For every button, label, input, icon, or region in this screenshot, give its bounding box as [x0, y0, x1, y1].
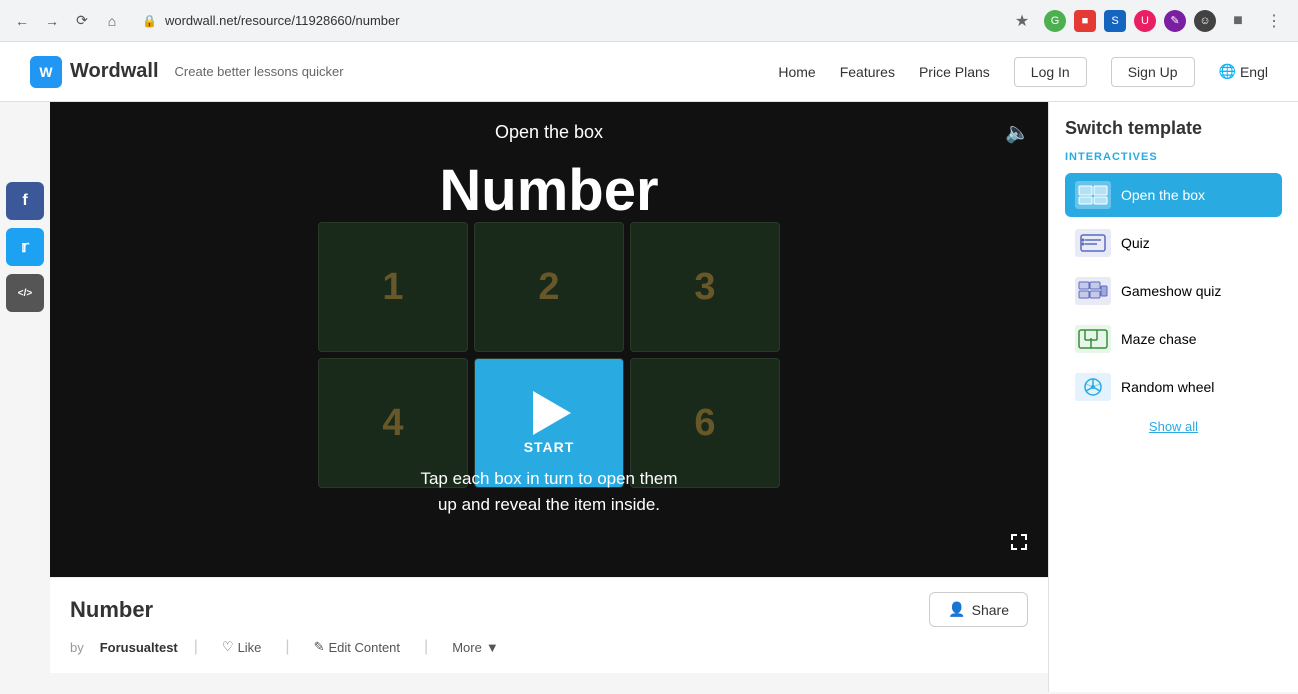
extension-icon-3[interactable]: S	[1104, 10, 1126, 32]
box-1[interactable]: 1	[318, 222, 468, 352]
open-the-box-icon	[1075, 181, 1111, 209]
game-info-top: Number 👤 Share	[70, 592, 1028, 627]
nav-price-plans[interactable]: Price Plans	[919, 64, 990, 80]
heart-icon: ♡	[222, 639, 234, 655]
edit-content-button[interactable]: ✎ Edit Content	[306, 635, 408, 659]
address-bar[interactable]: 🔒 wordwall.net/resource/11928660/number	[130, 6, 830, 36]
more-label: More	[452, 640, 482, 655]
by-label: by	[70, 640, 84, 655]
login-button[interactable]: Log In	[1014, 57, 1087, 87]
lang-text: Engl	[1240, 64, 1268, 80]
game-info-bottom: by Forusualtest | ♡ Like | ✎ Edit Conten…	[70, 635, 1028, 659]
box-2[interactable]: 2	[474, 222, 624, 352]
twitter-share-button[interactable]: 𝕣	[6, 228, 44, 266]
nav-home[interactable]: Home	[778, 64, 815, 80]
sidebar: Switch template INTERACTIVES Open the bo…	[1048, 102, 1298, 692]
template-item-open-the-box[interactable]: Open the box	[1065, 173, 1282, 217]
extension-icon-2[interactable]: ■	[1074, 10, 1096, 32]
menu-icon[interactable]: ⋮	[1260, 7, 1288, 35]
switch-word: Switch	[1065, 118, 1123, 138]
language-selector[interactable]: 🌐 Engl	[1219, 63, 1268, 80]
switch-template-heading: Switch template	[1065, 118, 1282, 139]
random-wheel-icon	[1075, 373, 1111, 401]
fullscreen-button[interactable]	[1008, 531, 1030, 559]
template-item-random-wheel[interactable]: Random wheel	[1065, 365, 1282, 409]
site-nav: Home Features Price Plans Log In Sign Up…	[778, 57, 1268, 87]
like-button[interactable]: ♡ Like	[214, 635, 270, 659]
signup-button[interactable]: Sign Up	[1111, 57, 1195, 87]
chevron-down-icon: ▼	[486, 640, 499, 655]
box-3[interactable]: 3	[630, 222, 780, 352]
template-item-quiz[interactable]: Quiz	[1065, 221, 1282, 265]
tagline: Create better lessons quicker	[175, 64, 344, 79]
extension-icon-5[interactable]: ✎	[1164, 10, 1186, 32]
home-button[interactable]: ⌂	[100, 9, 124, 33]
site-header: W Wordwall Create better lessons quicker…	[0, 42, 1298, 102]
play-icon	[533, 391, 571, 435]
game-info-bar: Number 👤 Share by Forusualtest | ♡ Like …	[50, 577, 1048, 673]
game-section: 🔈 Open the box Number 1 2 3 4 START 6 Ta…	[50, 102, 1048, 692]
url-text: wordwall.net/resource/11928660/number	[165, 13, 400, 28]
template-item-maze-chase[interactable]: Maze chase	[1065, 317, 1282, 361]
quiz-icon	[1075, 229, 1111, 257]
game-container[interactable]: 🔈 Open the box Number 1 2 3 4 START 6 Ta…	[50, 102, 1048, 577]
gameshow-quiz-icon	[1075, 277, 1111, 305]
divider-3: |	[424, 638, 428, 656]
pencil-icon: ✎	[314, 639, 325, 655]
extensions-icon[interactable]: ■	[1224, 7, 1252, 35]
wordwall-logo[interactable]: W Wordwall	[30, 56, 159, 88]
more-button[interactable]: More ▼	[444, 636, 507, 659]
game-description-line2: up and reveal the item inside.	[50, 492, 1048, 518]
extension-icon-4[interactable]: U	[1134, 10, 1156, 32]
edit-label: Edit Content	[328, 640, 400, 655]
back-button[interactable]: ←	[10, 9, 34, 33]
star-icon[interactable]: ★	[1008, 7, 1036, 35]
divider-1: |	[194, 638, 198, 656]
refresh-button[interactable]: ⟳	[70, 9, 94, 33]
logo-icon: W	[30, 56, 62, 88]
game-activity-type: Open the box	[50, 122, 1048, 143]
start-label: START	[524, 439, 575, 455]
game-title-display: Number	[70, 597, 153, 623]
share-label: Share	[972, 602, 1009, 618]
divider-2: |	[285, 638, 289, 656]
person-icon: 👤	[948, 601, 965, 618]
random-wheel-label: Random wheel	[1121, 379, 1214, 395]
main-area: f 𝕣 </> 🔈 Open the box Number 1 2 3 4 ST…	[0, 102, 1298, 692]
interactives-section-label: INTERACTIVES	[1065, 151, 1282, 163]
extension-icon-1[interactable]: G	[1044, 10, 1066, 32]
browser-right-icons: ★ G ■ S U ✎ ☺ ■ ⋮	[1008, 7, 1288, 35]
globe-icon: 🌐	[1219, 63, 1236, 80]
browser-chrome: ← → ⟳ ⌂ 🔒 wordwall.net/resource/11928660…	[0, 0, 1298, 42]
share-button[interactable]: 👤 Share	[929, 592, 1028, 627]
game-description-line1: Tap each box in turn to open them	[50, 466, 1048, 492]
template-word: template	[1128, 118, 1202, 138]
gameshow-quiz-label: Gameshow quiz	[1121, 283, 1221, 299]
template-item-gameshow-quiz[interactable]: Gameshow quiz	[1065, 269, 1282, 313]
game-description: Tap each box in turn to open them up and…	[50, 466, 1048, 517]
forward-button[interactable]: →	[40, 9, 64, 33]
profile-icon[interactable]: ☺	[1194, 10, 1216, 32]
maze-chase-label: Maze chase	[1121, 331, 1196, 347]
maze-chase-icon	[1075, 325, 1111, 353]
facebook-share-button[interactable]: f	[6, 182, 44, 220]
show-all-link[interactable]: Show all	[1065, 419, 1282, 434]
author-link[interactable]: Forusualtest	[100, 640, 178, 655]
game-grid: 1 2 3 4 START 6	[318, 222, 780, 488]
like-label: Like	[238, 640, 262, 655]
game-resource-display-title: Number	[50, 157, 1048, 224]
social-bar: f 𝕣 </>	[0, 102, 50, 692]
open-the-box-label: Open the box	[1121, 187, 1205, 203]
logo-text: Wordwall	[70, 60, 159, 83]
lock-icon: 🔒	[142, 14, 157, 28]
quiz-label: Quiz	[1121, 235, 1150, 251]
nav-features[interactable]: Features	[840, 64, 895, 80]
embed-button[interactable]: </>	[6, 274, 44, 312]
